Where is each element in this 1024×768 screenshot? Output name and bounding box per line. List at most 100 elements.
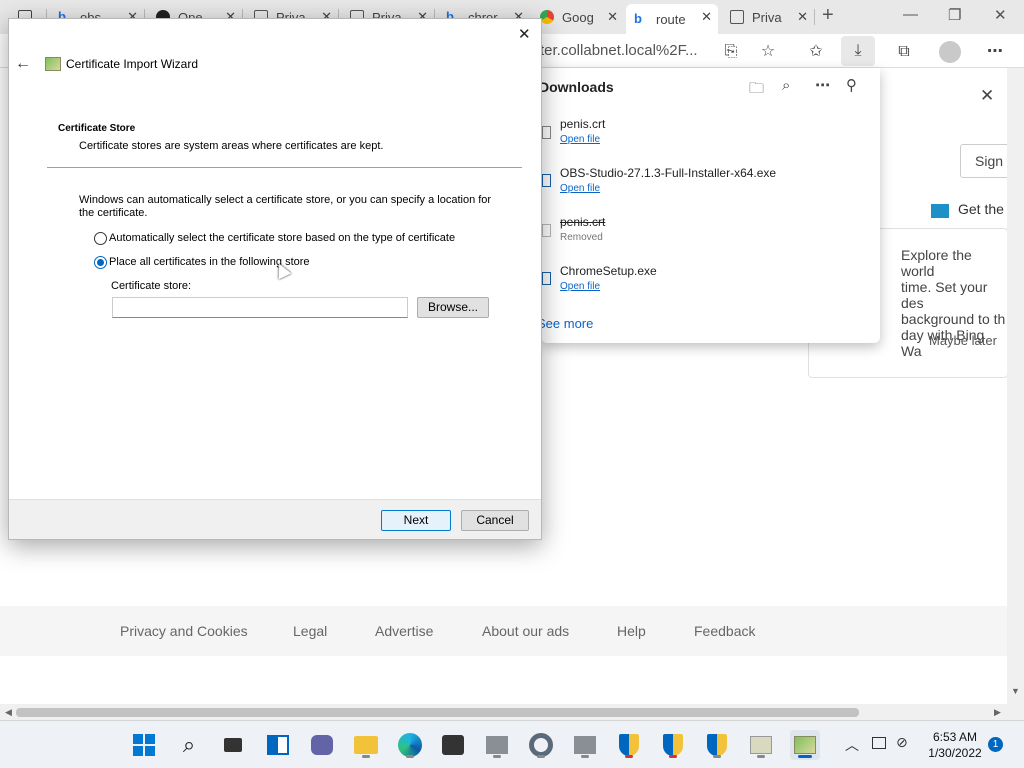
close-tab-icon[interactable]: ✕ bbox=[607, 9, 618, 25]
notification-badge[interactable]: 1 bbox=[988, 737, 1003, 752]
settings-icon[interactable] bbox=[526, 730, 556, 760]
add-favorite-icon[interactable]: ☆ bbox=[757, 41, 779, 63]
intro-text-line2: the certificate. bbox=[79, 207, 148, 219]
download-item-name: penis.crt bbox=[560, 117, 606, 131]
removed-status: Removed bbox=[560, 232, 603, 243]
close-panel-icon[interactable]: ✕ bbox=[980, 86, 994, 106]
running-indicator bbox=[757, 755, 765, 758]
wizard-title: Certificate Import Wizard bbox=[66, 57, 199, 71]
address-bar[interactable]: ter.collabnet.local%2F... bbox=[540, 42, 698, 59]
bing-icon: b bbox=[634, 11, 642, 26]
page-icon bbox=[730, 10, 744, 24]
open-file-link[interactable]: Open file bbox=[560, 281, 600, 292]
tab-goog[interactable]: Goog ✕ bbox=[532, 4, 624, 30]
certificate-import-wizard: ✕ ← Certificate Import Wizard Certificat… bbox=[8, 18, 542, 540]
close-tab-icon[interactable]: ✕ bbox=[797, 9, 808, 25]
start-button[interactable] bbox=[129, 730, 159, 760]
scroll-right-icon[interactable]: ▶ bbox=[994, 707, 1001, 718]
downloads-icon[interactable]: ⤓ bbox=[841, 36, 875, 66]
search-icon[interactable]: ⌕ bbox=[174, 730, 204, 760]
auto-select-label[interactable]: Automatically select the certificate sto… bbox=[109, 232, 455, 244]
scroll-left-icon[interactable]: ◀ bbox=[5, 707, 12, 718]
widgets-icon[interactable] bbox=[263, 730, 293, 760]
more-options-icon[interactable]: ⋯ bbox=[815, 76, 830, 94]
clock[interactable]: 6:53 AM 1/30/2022 bbox=[920, 729, 990, 761]
certificate-store-label: Certificate store: bbox=[111, 280, 192, 292]
network-icon[interactable] bbox=[872, 737, 886, 749]
profile-avatar[interactable] bbox=[939, 41, 961, 63]
certificate-icon bbox=[45, 57, 61, 71]
running-indicator bbox=[713, 755, 721, 758]
close-dialog-icon[interactable]: ✕ bbox=[518, 25, 531, 43]
teams-chat-icon[interactable] bbox=[307, 730, 337, 760]
vertical-scrollbar[interactable]: ▼ bbox=[1007, 68, 1024, 720]
cancel-button[interactable]: Cancel bbox=[461, 510, 529, 531]
minimize-icon[interactable]: — bbox=[903, 6, 918, 23]
see-more-link[interactable]: See more bbox=[537, 316, 593, 331]
security-shield-icon[interactable] bbox=[702, 730, 732, 760]
chrome-icon bbox=[540, 10, 554, 24]
download-item-name: OBS-Studio-27.1.3-Full-Installer-x64.exe bbox=[560, 166, 777, 180]
scrollbar-thumb[interactable] bbox=[16, 708, 859, 717]
download-item-name: ChromeSetup.exe bbox=[560, 264, 657, 278]
maybe-later-button[interactable]: Maybe later bbox=[929, 333, 997, 348]
section-description: Certificate stores are system areas wher… bbox=[79, 140, 384, 152]
bing-wallpaper-icon bbox=[931, 204, 949, 218]
edge-icon[interactable] bbox=[395, 730, 425, 760]
tab-route-active[interactable]: b route ✕ bbox=[626, 4, 718, 34]
certificate-store-field[interactable] bbox=[112, 297, 408, 318]
scroll-down-icon[interactable]: ▼ bbox=[1011, 686, 1020, 696]
security-shield-icon[interactable] bbox=[658, 730, 688, 760]
security-shield-icon[interactable] bbox=[614, 730, 644, 760]
manual-store-radio[interactable] bbox=[94, 256, 107, 269]
certificate-error-icon[interactable] bbox=[746, 730, 776, 760]
promo-line: time. Set your des bbox=[901, 279, 988, 311]
clock-date: 1/30/2022 bbox=[928, 746, 982, 760]
tab-priva-3[interactable]: Priva ✕ bbox=[722, 4, 814, 30]
running-indicator bbox=[625, 755, 633, 758]
certificate-wizard-taskbar-icon[interactable] bbox=[790, 730, 820, 760]
running-indicator bbox=[669, 755, 677, 758]
footer-link-advertise[interactable]: Advertise bbox=[375, 623, 433, 639]
promo-line: background to th bbox=[901, 311, 1006, 327]
get-the-text: Get the bbox=[958, 201, 1004, 217]
horizontal-scrollbar[interactable]: ◀ ▶ bbox=[0, 704, 1007, 720]
footer-link-privacy[interactable]: Privacy and Cookies bbox=[120, 623, 248, 639]
read-aloud-icon[interactable]: ⎘ bbox=[720, 41, 742, 63]
taskbar: ⌕ ︿ ⊘ 6:53 AM 1/30/2022 1 bbox=[0, 720, 1024, 768]
store-icon[interactable] bbox=[438, 730, 468, 760]
pin-icon[interactable]: ⚲ bbox=[846, 76, 857, 94]
divider bbox=[47, 167, 522, 168]
new-tab-icon[interactable]: + bbox=[822, 4, 834, 27]
footer-link-feedback[interactable]: Feedback bbox=[694, 623, 755, 639]
chevron-up-icon[interactable]: ︿ bbox=[845, 735, 859, 755]
download-item-name: penis.crt bbox=[560, 215, 606, 229]
tab-label: Priva bbox=[752, 9, 782, 25]
restore-icon[interactable]: ❐ bbox=[948, 6, 961, 24]
volume-icon[interactable]: ⊘ bbox=[896, 734, 908, 751]
favorites-icon[interactable]: ✩ bbox=[805, 41, 827, 63]
footer-link-help[interactable]: Help bbox=[617, 623, 646, 639]
auto-select-radio[interactable] bbox=[94, 232, 107, 245]
browse-button[interactable]: Browse... bbox=[417, 297, 489, 318]
task-view-icon[interactable] bbox=[218, 730, 248, 760]
close-tab-icon[interactable]: ✕ bbox=[701, 9, 712, 25]
more-menu-icon[interactable]: ⋯ bbox=[984, 41, 1006, 63]
intro-text-line1: Windows can automatically select a certi… bbox=[79, 194, 492, 206]
footer-link-legal[interactable]: Legal bbox=[293, 623, 327, 639]
open-file-link[interactable]: Open file bbox=[560, 183, 600, 194]
installer-app-icon[interactable] bbox=[482, 730, 512, 760]
collections-icon[interactable]: ⧉ bbox=[893, 41, 915, 63]
close-window-icon[interactable]: ✕ bbox=[994, 6, 1007, 24]
running-indicator bbox=[798, 755, 812, 758]
file-explorer-icon[interactable] bbox=[351, 730, 381, 760]
open-file-link[interactable]: Open file bbox=[560, 134, 600, 145]
next-button[interactable]: Next bbox=[381, 510, 451, 531]
installer-file-icon bbox=[542, 174, 551, 187]
back-arrow-icon[interactable]: ← bbox=[15, 55, 31, 73]
open-folder-icon[interactable]: 🗀 bbox=[749, 78, 764, 103]
footer-link-about-ads[interactable]: About our ads bbox=[482, 623, 569, 639]
running-indicator bbox=[406, 755, 414, 758]
search-icon[interactable]: ⌕ bbox=[782, 77, 790, 94]
installer-app-icon[interactable] bbox=[570, 730, 600, 760]
